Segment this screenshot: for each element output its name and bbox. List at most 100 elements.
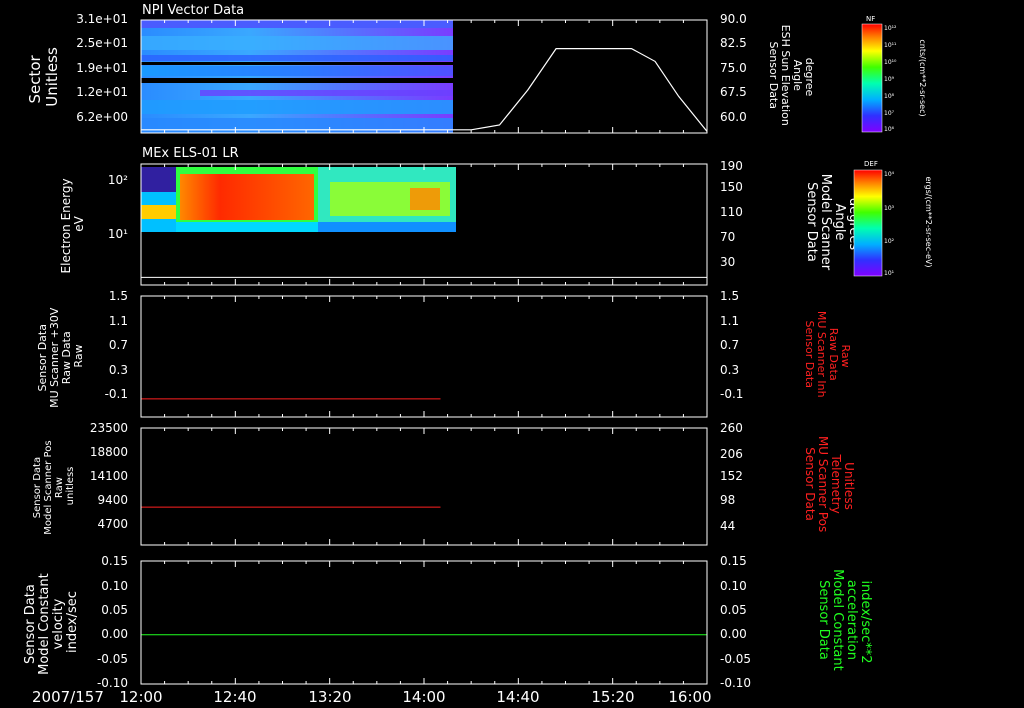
- y-tick-label: 6.2e+00: [76, 110, 128, 124]
- y-tick-label: 1.9e+01: [76, 61, 128, 75]
- y-axis-label: Sensor Data MU Scanner +30V Raw Data Raw: [36, 304, 85, 408]
- y-tick-label-right: 190: [720, 159, 743, 173]
- y-tick-label: 10²: [108, 173, 128, 187]
- heatmap-band: [141, 100, 453, 114]
- y-axis-label-right: Sensor Data MU Scanner Inh Raw Data Raw: [803, 311, 852, 401]
- multi-panel-plot: NPI Vector Data 3.1e+01 2.5e+01 1.9e+01 …: [23, 3, 933, 706]
- colorbar: [853, 169, 883, 277]
- heatmap-block: [141, 167, 176, 192]
- time-tick-label: 12:40: [213, 688, 256, 706]
- colorbar-label: DEF: [864, 160, 878, 168]
- panel-title: MEx ELS-01 LR: [142, 146, 239, 161]
- y-axis-label-right: Sensor Data Model Scanner Angle degrees: [804, 174, 861, 275]
- y-tick-label-right: 0.05: [720, 603, 747, 617]
- y-axis-label: Sector Unitless: [26, 47, 61, 107]
- y-tick-label: -0.1: [105, 387, 128, 401]
- panel-frame: [140, 427, 708, 546]
- y-tick-label-right: 30: [720, 255, 735, 269]
- y-tick-label-right: 0.7: [720, 338, 739, 352]
- y-tick-label: 0.10: [101, 579, 128, 593]
- y-tick-label: 4700: [97, 517, 128, 531]
- npi-heatmap: [141, 20, 453, 133]
- y-tick-label: 0.00: [101, 627, 128, 641]
- colorbar: [861, 23, 883, 133]
- y-tick-label-right: 60.0: [720, 110, 747, 124]
- y-axis-label-right: Sensor Data Model Constant acceleration …: [816, 569, 873, 675]
- y-tick-label-right: 44: [720, 519, 735, 533]
- y-tick-label: 3.1e+01: [76, 12, 128, 26]
- colorbar-tick: 10⁴: [884, 171, 895, 178]
- heatmap-block: [180, 174, 314, 220]
- y-tick-label: 0.3: [109, 363, 128, 377]
- colorbar-tick: 10⁸: [884, 93, 895, 100]
- y-tick-label-right: 70: [720, 230, 735, 244]
- y-tick-label-right: 0.10: [720, 579, 747, 593]
- y-tick-label-right: 90.0: [720, 12, 747, 26]
- colorbar-tick: 10³: [884, 205, 895, 212]
- y-tick-label-right: -0.05: [720, 652, 751, 666]
- y-tick-label: 14100: [90, 469, 128, 483]
- p3-ticks: 1.5 1.1 0.7 0.3 -0.1 1.5 1.1 0.7 0.3 -0.…: [105, 289, 744, 401]
- time-tick-label: 12:00: [119, 688, 162, 706]
- panel-frame: [140, 560, 708, 685]
- colorbar-tick: 10¹²: [884, 25, 897, 32]
- heatmap-block: [176, 222, 318, 232]
- panel-els: MEx ELS-01 LR 10² 10¹ 190 150 110 70 30 …: [59, 146, 861, 286]
- time-tick-label: 13:20: [308, 688, 351, 706]
- y-tick-label: 1.1: [109, 314, 128, 328]
- heatmap-band: [141, 55, 453, 61]
- time-tick-labels: 12:00 12:40 13:20 14:00 14:40 15:20 16:0…: [119, 688, 711, 706]
- colorbar-nf: NF 10¹² 10¹¹ 10¹⁰ 10⁹ 10⁸ 10⁷ 10⁶ cnts/(…: [861, 15, 927, 133]
- y-tick-label: 23500: [90, 421, 128, 435]
- y-tick-label-right: 67.5: [720, 85, 747, 99]
- panel-scanner-pos: 23500 18800 14100 9400 4700 260 206 152 …: [32, 421, 856, 546]
- y-tick-label-right: 0.3: [720, 363, 739, 377]
- colorbar-tick: 10¹⁰: [884, 59, 897, 66]
- y-tick-label-right: -0.10: [720, 676, 751, 690]
- y-tick-label: 9400: [97, 493, 128, 507]
- colorbar-tick: 10⁷: [884, 110, 895, 117]
- y-axis-label: Electron Energy eV: [59, 175, 86, 274]
- colorbar-tick: 10⁶: [884, 126, 895, 133]
- panel-model-constant: 0.15 0.10 0.05 0.00 -0.05 -0.10 0.15 0.1…: [23, 554, 873, 690]
- colorbar-tick: 10¹¹: [884, 42, 897, 49]
- y-tick-label: 10¹: [108, 227, 128, 241]
- y-axis-label: Sensor Data Model Scanner Pos Raw unitle…: [32, 437, 76, 534]
- heatmap-band: [141, 36, 453, 50]
- els-heatmap: [141, 167, 456, 232]
- heatmap-block: [410, 188, 440, 210]
- colorbar-tick: 10⁹: [884, 76, 895, 83]
- y-tick-label: 0.15: [101, 554, 128, 568]
- y-tick-label: 0.05: [101, 603, 128, 617]
- y-tick-label-right: 206: [720, 447, 743, 461]
- y-tick-label-right: 1.1: [720, 314, 739, 328]
- colorbar-def: DEF 10⁴ 10³ 10² 10¹ ergs/(cm**2-sr-sec-e…: [853, 160, 933, 277]
- panel-title: NPI Vector Data: [142, 3, 244, 18]
- panel-npi: NPI Vector Data 3.1e+01 2.5e+01 1.9e+01 …: [26, 3, 816, 134]
- p5-ticks: 0.15 0.10 0.05 0.00 -0.05 -0.10 0.15 0.1…: [97, 554, 751, 690]
- heatmap-band: [141, 66, 453, 76]
- heatmap-block: [318, 222, 456, 232]
- time-tick-label: 14:40: [496, 688, 539, 706]
- y-tick-label-right: -0.1: [720, 387, 743, 401]
- y-axis-label-right: Sensor Data ESH Sun Elevation Angle degr…: [767, 25, 816, 130]
- y-tick-label: -0.05: [97, 652, 128, 666]
- y-tick-label: 1.5: [109, 289, 128, 303]
- colorbar-tick: 10²: [884, 238, 895, 245]
- colorbar-units: ergs/(cm**2-sr-sec-eV): [924, 176, 933, 267]
- y-tick-label-right: 110: [720, 205, 743, 219]
- heatmap-gap: [141, 78, 453, 83]
- y-tick-label: 18800: [90, 445, 128, 459]
- y-tick-label: 0.7: [109, 338, 128, 352]
- y-tick-label-right: 260: [720, 421, 743, 435]
- heatmap-gap: [141, 62, 453, 65]
- colorbar-tick: 10¹: [884, 270, 895, 277]
- y-tick-label-right: 0.00: [720, 627, 747, 641]
- colorbar-label: NF: [866, 15, 875, 23]
- y-tick-label-right: 150: [720, 180, 743, 194]
- heatmap-block: [141, 205, 176, 219]
- heatmap-band: [200, 90, 453, 96]
- panel-mu-scanner-raw: 1.5 1.1 0.7 0.3 -0.1 1.5 1.1 0.7 0.3 -0.…: [36, 289, 852, 418]
- time-tick-label: 14:00: [402, 688, 445, 706]
- y-tick-label: 1.2e+01: [76, 85, 128, 99]
